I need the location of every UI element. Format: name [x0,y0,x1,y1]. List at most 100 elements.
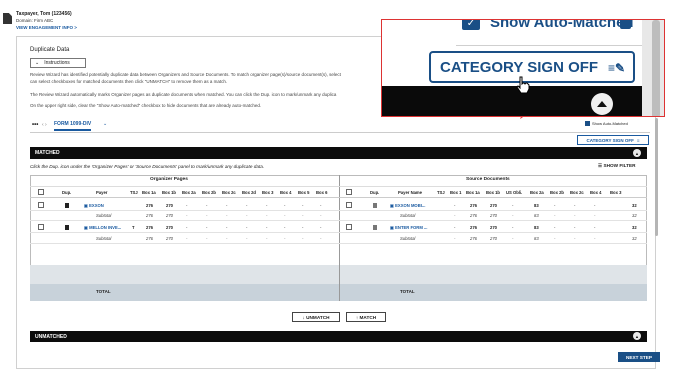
row-checkbox[interactable] [346,202,352,208]
dup-icon[interactable] [373,225,377,230]
col-header[interactable]: Box 2a [530,190,544,195]
cell: - [266,225,268,230]
cell: - [302,203,304,208]
cell: - [246,225,248,230]
category-sign-off-button[interactable]: CATEGORY SIGN OFF ≡ [577,135,649,145]
cell-box3: 32 [632,225,637,230]
row-divider [30,210,647,211]
col-header[interactable]: Box 6 [316,190,327,195]
col-header[interactable]: Box 2c [570,190,584,195]
col-header[interactable]: Box 1b [162,190,176,195]
select-all-source-checkbox[interactable] [346,189,352,195]
col-header[interactable]: Box 2b [550,190,564,195]
col-header[interactable]: Box 4 [280,190,291,195]
select-all-organizer-checkbox[interactable] [38,189,44,195]
zoom-collapse-button[interactable] [591,93,613,115]
match-label: MATCH [359,314,377,320]
col-header[interactable]: Box 3 [610,190,621,195]
matched-section-header[interactable]: MATCHED [30,147,647,159]
cell-box4: - [594,225,596,230]
col-header[interactable]: Box 1a [466,190,480,195]
show-auto-matched-checkbox[interactable]: Show Auto-Matched [585,121,628,126]
source-documents-header: Source Documents [466,177,510,182]
cell-box1b: 270 [490,203,497,208]
cell-box1b: 270 [490,225,497,230]
cell-box1b: 270 [166,236,173,241]
col-header[interactable]: Box 2a [182,190,196,195]
col-header[interactable]: Payer Name [398,190,422,195]
zoom-category-sign-off-button[interactable]: CATEGORY SIGN OFF ≡✎ [429,51,635,83]
cell-box2b: - [554,225,556,230]
unmatch-button[interactable]: ↓ UNMATCH [292,312,340,322]
subtotal-label: Subtotal [400,236,416,241]
col-header[interactable]: Dup. [62,190,71,195]
instructions-text-1: Review Wizard has identified potentially… [30,72,341,77]
subtotal-label: Subtotal [400,213,416,218]
col-header[interactable]: Box 5 [298,190,309,195]
col-header[interactable]: Box 4 [590,190,601,195]
col-header[interactable]: US Obli. [506,190,522,195]
col-header[interactable]: Box 2b [202,190,216,195]
col-header[interactable]: Box 3 [262,190,273,195]
tab-scroll-arrows[interactable]: ‹ › [42,122,47,128]
show-filter-button[interactable]: ☰ SHOW FILTER [598,163,635,169]
cell-box1b: 270 [490,213,497,218]
domain-label: Domain: Firm ABC [16,18,54,23]
zoom-show-auto-matched-label: Show Auto-Matched [490,19,634,31]
col-header[interactable]: Payer [96,190,107,195]
dup-icon[interactable] [65,225,69,230]
cell: - [246,203,248,208]
instructions-label: Instructions [44,60,70,66]
unmatched-section-header[interactable]: UNMATCHED [30,331,647,342]
col-header[interactable]: TSJ [130,190,138,195]
payer-link[interactable]: ▣ ENTER FORM ... [390,225,427,230]
payer-link[interactable]: ▣ MELLON INVE... [84,225,121,230]
document-icon [3,13,12,24]
col-header[interactable]: Box 2d [242,190,256,195]
instructions-toggle[interactable]: ⌄ Instructions [30,58,86,68]
next-step-button[interactable]: NEXT STEP [618,352,660,362]
collapse-matched-button[interactable]: ▲ [633,149,641,157]
tab-more-button[interactable]: ••• [32,122,38,128]
cell-box1a: 276 [470,225,477,230]
row-checkbox[interactable] [38,224,44,230]
tab-form-1099-div[interactable]: FORM 1099-DIV [54,121,92,131]
col-header[interactable]: Box 1b [486,190,500,195]
organizer-pages-header: Organizer Pages [150,177,188,182]
page-scrollbar[interactable] [655,118,658,236]
cell-box1: - [454,203,456,208]
cell-tsj: T [132,225,135,230]
cell-box1a: 276 [146,225,153,230]
cell: - [186,225,188,230]
dup-icon[interactable] [373,203,377,208]
row-checkbox[interactable] [38,202,44,208]
cell-usobli: - [512,225,514,230]
cell-box2a: 83 [534,203,539,208]
match-button[interactable]: ↑ MATCH [346,312,386,322]
cell-box1a: 276 [146,213,153,218]
cell-box2c: - [574,203,576,208]
cell: - [186,213,188,218]
cell-box2b: - [554,203,556,208]
zoom-category-sign-off-label: CATEGORY SIGN OFF [440,58,599,76]
dup-icon[interactable] [65,203,69,208]
collapse-unmatched-button[interactable]: ▲ [633,332,641,340]
cell-usobli: - [512,213,514,218]
show-auto-matched-label: Show Auto-Matched [592,121,628,126]
organizer-total-label: TOTAL [96,289,111,294]
cell: - [320,203,322,208]
checkbox-checked-icon[interactable]: ✓ [462,20,480,30]
chevron-down-icon[interactable]: ⌄ [103,121,107,127]
payer-link[interactable]: ▣ EXXON MOBI... [390,203,425,208]
payer-link[interactable]: ▣ EXXON [84,203,104,208]
row-checkbox[interactable] [346,224,352,230]
cell: - [226,225,228,230]
col-header[interactable]: Box 2c [222,190,236,195]
col-header[interactable]: TSJ [437,190,445,195]
cell: - [186,236,188,241]
col-header[interactable]: Box 1a [142,190,156,195]
col-header[interactable]: Dup. [370,190,379,195]
cell-box1a: 276 [470,213,477,218]
view-engagement-link[interactable]: VIEW ENGAGEMENT INFO > [16,25,77,30]
col-header[interactable]: Box 1 [450,190,461,195]
